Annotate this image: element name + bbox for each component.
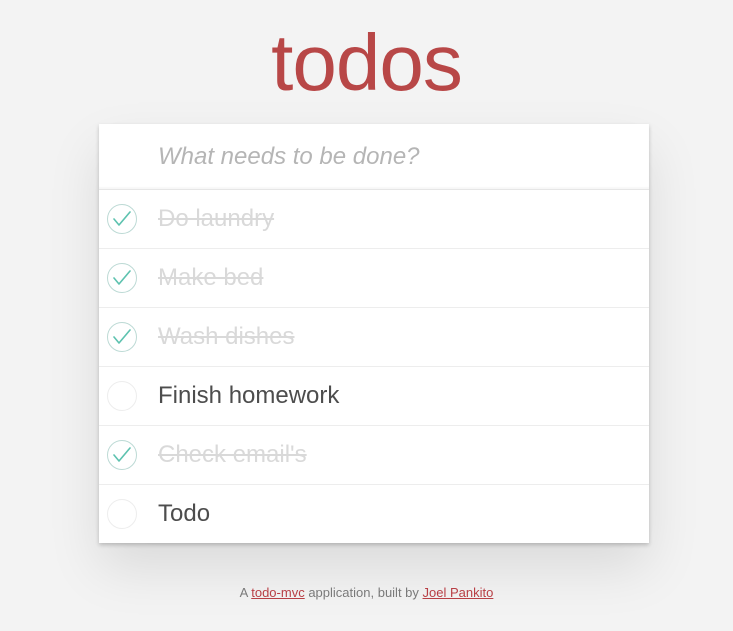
- app-title: todos: [271, 18, 463, 107]
- todo-toggle[interactable]: [107, 204, 137, 234]
- todo-item: Todo: [99, 485, 649, 543]
- checkmark-icon: [113, 211, 131, 226]
- todo-label[interactable]: Todo: [158, 500, 210, 529]
- todo-mvc-link[interactable]: todo-mvc: [251, 585, 304, 600]
- todo-toggle[interactable]: [107, 263, 137, 293]
- todo-app: Do laundry Make bed Wash dishes: [99, 124, 649, 543]
- todo-item: Wash dishes: [99, 308, 649, 367]
- todo-toggle[interactable]: [107, 499, 137, 529]
- todo-label[interactable]: Make bed: [158, 264, 263, 293]
- todo-item: Finish homework: [99, 367, 649, 426]
- footer-info: A todo-mvc application, built by Joel Pa…: [0, 585, 733, 600]
- todo-toggle[interactable]: [107, 381, 137, 411]
- footer-prefix: A: [239, 585, 248, 600]
- todo-toggle[interactable]: [107, 440, 137, 470]
- todo-label[interactable]: Check email's: [158, 441, 307, 470]
- todo-item: Do laundry: [99, 190, 649, 249]
- new-todo-input[interactable]: [99, 124, 649, 189]
- checkmark-icon: [113, 447, 131, 462]
- todo-label[interactable]: Finish homework: [158, 382, 339, 411]
- todo-label[interactable]: Wash dishes: [158, 323, 295, 352]
- author-link[interactable]: Joel Pankito: [423, 585, 494, 600]
- checkmark-icon: [113, 270, 131, 285]
- checkmark-icon: [113, 329, 131, 344]
- footer-middle: application, built by: [308, 585, 419, 600]
- todo-item: Check email's: [99, 426, 649, 485]
- todo-label[interactable]: Do laundry: [158, 205, 274, 234]
- todo-item: Make bed: [99, 249, 649, 308]
- todo-list: Do laundry Make bed Wash dishes Finish h…: [99, 189, 649, 543]
- todo-toggle[interactable]: [107, 322, 137, 352]
